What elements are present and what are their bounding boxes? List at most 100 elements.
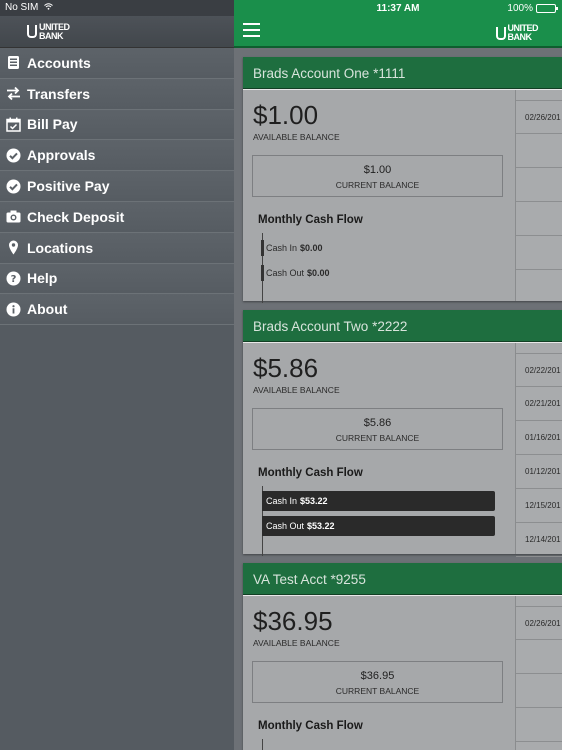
- current-balance-box: $5.86 CURRENT BALANCE: [252, 408, 503, 450]
- transaction-dates: 02/26/201: [515, 596, 562, 750]
- transaction-row[interactable]: [516, 236, 562, 270]
- status-bar-left: No SIM: [0, 0, 234, 16]
- available-balance-label: AVAILABLE BALANCE: [253, 385, 340, 395]
- cash-flow-axis: [262, 739, 263, 750]
- current-balance-box: $36.95 CURRENT BALANCE: [252, 661, 503, 703]
- sidebar-item-label: Transfers: [27, 85, 91, 102]
- check-circle-icon: [6, 179, 21, 194]
- transaction-row[interactable]: [516, 134, 562, 168]
- status-bar-right: 11:37 AM 100%: [234, 0, 562, 16]
- available-balance-amount: $5.86: [253, 353, 319, 383]
- svg-text:?: ?: [11, 274, 17, 285]
- transaction-row[interactable]: 01/16/201: [516, 421, 562, 455]
- available-balance-label: AVAILABLE BALANCE: [253, 638, 340, 648]
- current-balance-amount: $5.86: [363, 417, 392, 429]
- sidebar-item-label: Locations: [27, 239, 94, 256]
- cash-in-amount: $53.22: [300, 496, 328, 506]
- current-balance-amount: $36.95: [360, 670, 395, 682]
- wifi-icon: [44, 2, 53, 13]
- transaction-dates: 02/26/201: [515, 90, 562, 301]
- sidebar-item-label: Accounts: [27, 54, 91, 71]
- account-summary: $1.00 AVAILABLE BALANCE $1.00 CURRENT BA…: [243, 90, 515, 303]
- transaction-dates: 02/22/201 02/21/201 01/16/201 01/12/201 …: [515, 343, 562, 557]
- cash-out-amount: $0.00: [307, 268, 330, 278]
- united-bank-logo: UNITED BANK: [495, 24, 538, 42]
- sidebar-item-about[interactable]: About: [0, 294, 234, 326]
- current-balance-label: CURRENT BALANCE: [335, 433, 420, 443]
- sidebar-item-check-deposit[interactable]: Check Deposit: [0, 201, 234, 233]
- cash-out-bar: Cash Out $53.22: [262, 516, 495, 536]
- transaction-row[interactable]: 02/26/201: [516, 100, 562, 134]
- battery-icon: [536, 4, 558, 13]
- sidebar-item-label: Check Deposit: [27, 208, 125, 225]
- transaction-row[interactable]: 12/15/201: [516, 489, 562, 523]
- transaction-row[interactable]: [516, 674, 562, 708]
- cash-out-label: Cash Out: [266, 268, 305, 278]
- sidebar-item-accounts[interactable]: Accounts: [0, 48, 234, 79]
- current-balance-amount: $1.00: [363, 164, 392, 176]
- transaction-row[interactable]: [516, 202, 562, 236]
- available-balance-amount: $1.00: [253, 100, 319, 130]
- cash-out-row: Cash Out $0.00: [261, 263, 330, 283]
- cash-in-label: Cash In: [266, 243, 298, 253]
- sidebar-item-locations[interactable]: Locations: [0, 232, 234, 264]
- cash-out-amount: $53.22: [307, 521, 335, 531]
- cash-in-amount: $0.00: [300, 243, 323, 253]
- transaction-row[interactable]: [516, 708, 562, 742]
- cash-in-label: Cash In: [266, 496, 298, 506]
- available-balance-label: AVAILABLE BALANCE: [253, 132, 340, 142]
- account-name[interactable]: Brads Account Two *2222: [243, 310, 562, 342]
- monthly-cash-flow-title: Monthly Cash Flow: [258, 720, 363, 732]
- transaction-row[interactable]: 01/12/201: [516, 455, 562, 489]
- sidebar-menu: UNITED BANK Accounts Transfers Bill Pay A…: [0, 16, 234, 750]
- sidebar-item-label: Approvals: [27, 147, 96, 164]
- cash-in-bar: Cash In $53.22: [262, 491, 495, 511]
- sidebar-item-label: Help: [27, 270, 58, 287]
- account-card[interactable]: VA Test Acct *9255 $36.95 AVAILABLE BALA…: [243, 563, 562, 750]
- sidebar-item-label: Positive Pay: [27, 178, 110, 195]
- current-balance-box: $1.00 CURRENT BALANCE: [252, 155, 503, 197]
- account-summary: $36.95 AVAILABLE BALANCE $36.95 CURRENT …: [243, 596, 515, 750]
- transaction-row[interactable]: [516, 168, 562, 202]
- cash-out-label: Cash Out: [266, 521, 305, 531]
- account-name[interactable]: Brads Account One *1111: [243, 57, 562, 89]
- current-balance-label: CURRENT BALANCE: [335, 686, 420, 696]
- account-card[interactable]: Brads Account Two *2222 $5.86 AVAILABLE …: [243, 310, 562, 557]
- transaction-row[interactable]: 02/22/201: [516, 353, 562, 387]
- check-circle-icon: [6, 148, 21, 163]
- sidebar-item-approvals[interactable]: Approvals: [0, 140, 234, 172]
- cash-in-row: Cash In $0.00: [261, 238, 323, 258]
- info-icon: [6, 302, 21, 317]
- transaction-row[interactable]: 12/14/201: [516, 523, 562, 557]
- transaction-row[interactable]: [516, 640, 562, 674]
- calendar-icon: [6, 117, 21, 132]
- sidebar-item-transfers[interactable]: Transfers: [0, 78, 234, 110]
- united-bank-logo: UNITED BANK: [27, 22, 70, 41]
- accounts-icon: [6, 55, 21, 70]
- current-balance-label: CURRENT BALANCE: [335, 180, 420, 190]
- sidebar-item-positive-pay[interactable]: Positive Pay: [0, 171, 234, 202]
- transaction-row[interactable]: 02/26/201: [516, 606, 562, 640]
- sidebar-item-bill-pay[interactable]: Bill Pay: [0, 109, 234, 141]
- sidebar-header: UNITED BANK: [0, 16, 234, 48]
- help-icon: ?: [6, 271, 21, 286]
- monthly-cash-flow-title: Monthly Cash Flow: [258, 214, 363, 226]
- available-balance-amount: $36.95: [253, 606, 333, 636]
- sidebar-item-help[interactable]: ? Help: [0, 263, 234, 295]
- sidebar-item-label: Bill Pay: [27, 116, 78, 133]
- sidebar-item-label: About: [27, 301, 68, 318]
- account-name[interactable]: VA Test Acct *9255: [243, 563, 562, 595]
- account-summary: $5.86 AVAILABLE BALANCE $5.86 CURRENT BA…: [243, 343, 515, 556]
- hamburger-menu-icon[interactable]: [243, 23, 260, 37]
- accounts-list: Brads Account One *1111 $1.00 AVAILABLE …: [234, 48, 562, 750]
- monthly-cash-flow-title: Monthly Cash Flow: [258, 467, 363, 479]
- top-bar: UNITED BANK: [234, 16, 562, 48]
- location-pin-icon: [6, 240, 21, 255]
- battery-percent: 100%: [507, 3, 533, 14]
- account-card[interactable]: Brads Account One *1111 $1.00 AVAILABLE …: [243, 57, 562, 303]
- transaction-row[interactable]: 02/21/201: [516, 387, 562, 421]
- camera-icon: [6, 209, 21, 224]
- transfers-icon: [6, 86, 21, 101]
- battery-indicator: 100%: [507, 3, 558, 14]
- carrier-label: No SIM: [5, 2, 39, 13]
